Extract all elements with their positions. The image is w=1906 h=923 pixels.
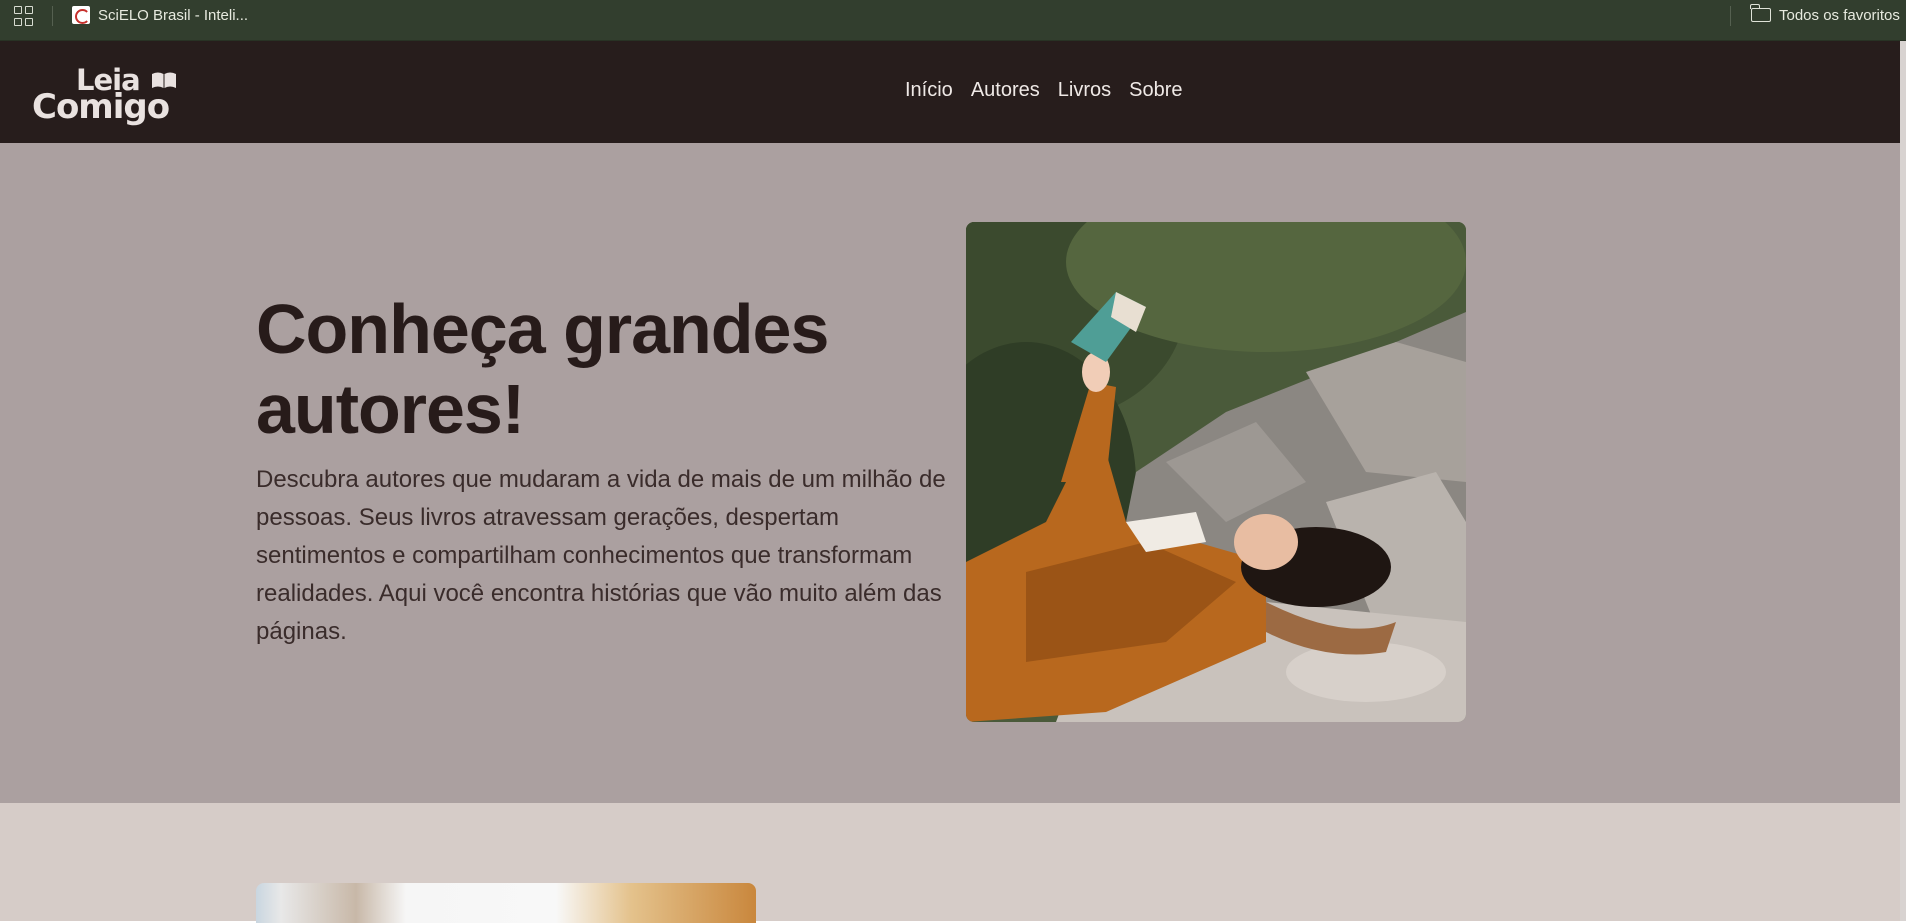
bookmark-all-favorites[interactable]: Todos os favoritos	[1750, 4, 1900, 26]
folder-icon	[1750, 4, 1771, 22]
hero-image	[966, 222, 1466, 722]
hero-description: Descubra autores que mudaram a vida de m…	[256, 466, 946, 645]
hero-section: Conheça grandes autores! Descubra autore…	[0, 143, 1900, 803]
bookmarks-separator	[52, 6, 53, 26]
hero-title: Conheça grandes autores!	[256, 290, 829, 448]
bookmark-label: SciELO Brasil - Inteli...	[98, 6, 249, 24]
nav-item-inicio[interactable]: Início	[905, 79, 953, 102]
nav-item-autores[interactable]: Autores	[971, 79, 1040, 102]
bookmarks-separator	[1730, 6, 1731, 26]
nav-item-sobre[interactable]: Sobre	[1129, 79, 1182, 102]
bookmark-label: Todos os favoritos	[1779, 6, 1900, 24]
site-logo[interactable]: Leia Comigo	[32, 63, 182, 127]
apps-grid-icon[interactable]	[14, 6, 34, 26]
scielo-favicon-icon	[72, 6, 90, 24]
bookmark-scielo[interactable]: SciELO Brasil - Inteli...	[72, 4, 248, 26]
logo-text-line2: Comigo	[32, 87, 170, 127]
site-header: Leia Comigo Início Autores Livros Sobre	[0, 41, 1900, 143]
woman-reading-photo	[966, 222, 1466, 722]
bookmarks-bar: SciELO Brasil - Inteli... Todos os favor…	[0, 0, 1906, 41]
main-nav: Início Autores Livros Sobre	[905, 79, 1182, 102]
authors-section-top	[0, 803, 1900, 923]
page-scrollbar[interactable]	[1900, 41, 1906, 921]
nav-item-livros[interactable]: Livros	[1058, 79, 1111, 102]
author-card-image	[256, 883, 756, 923]
